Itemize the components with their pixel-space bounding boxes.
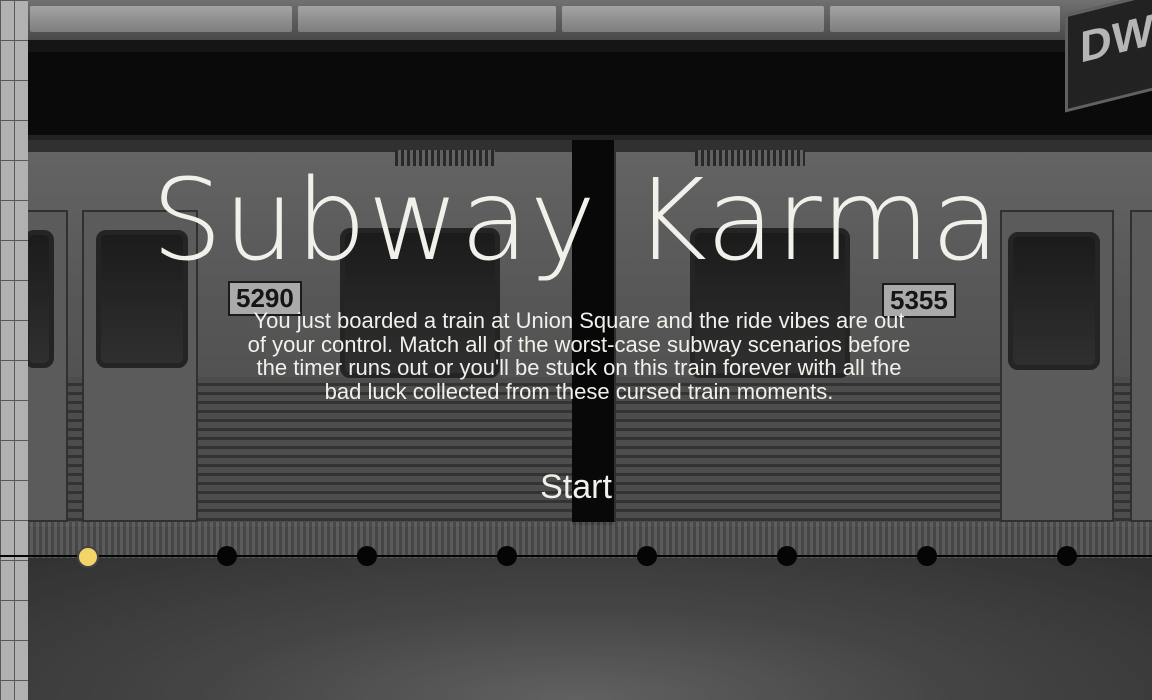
game-description: You just boarded a train at Union Square… [247,308,911,404]
route-stop-current [77,546,99,568]
route-line [0,555,1152,557]
route-stop [917,546,937,566]
game-title: Subway Karma [151,156,1001,286]
route-stop [637,546,657,566]
start-button[interactable]: Start [516,465,636,509]
route-stop [497,546,517,566]
route-stop [357,546,377,566]
route-stop [777,546,797,566]
route-stop [1057,546,1077,566]
route-stop [217,546,237,566]
